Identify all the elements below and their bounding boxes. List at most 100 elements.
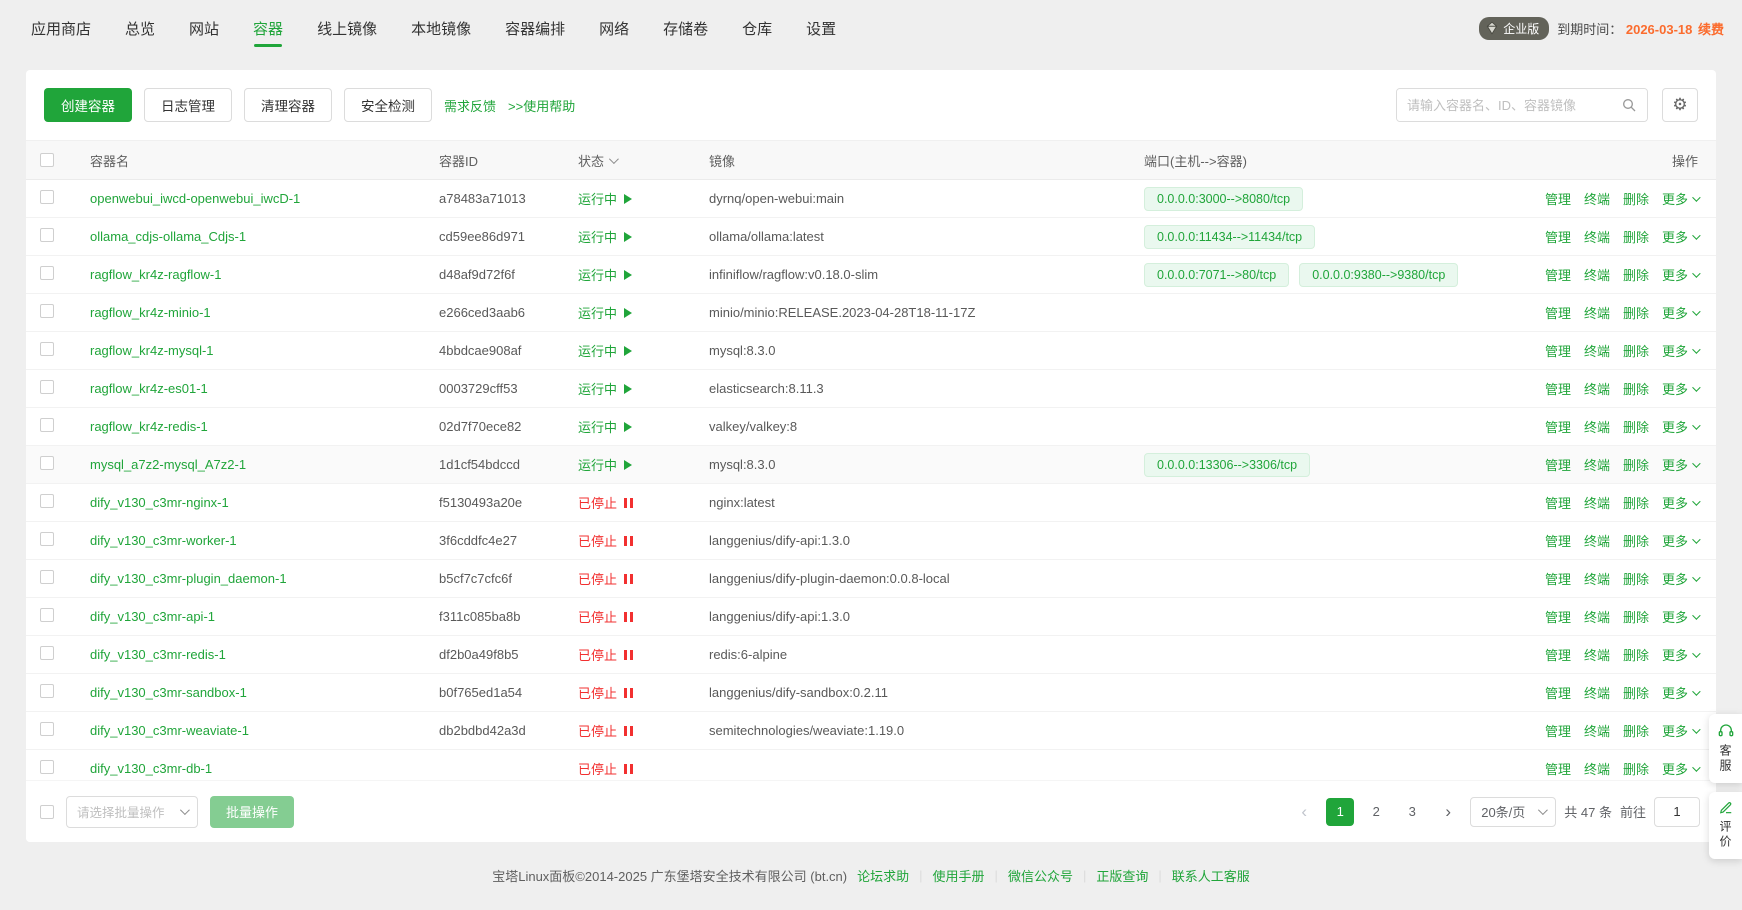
row-action-terminal[interactable]: 终端 [1584, 227, 1610, 246]
row-action-terminal[interactable]: 终端 [1584, 531, 1610, 550]
prev-page-arrow[interactable]: ‹ [1290, 798, 1318, 826]
container-name-link[interactable]: mysql_a7z2-mysql_A7z2-1 [90, 457, 246, 472]
footer-link-2[interactable]: 微信公众号 [1008, 866, 1073, 885]
container-name-link[interactable]: dify_v130_c3mr-sandbox-1 [90, 685, 247, 700]
container-name-link[interactable]: dify_v130_c3mr-api-1 [90, 609, 215, 624]
row-action-delete[interactable]: 删除 [1623, 379, 1649, 398]
nav-item-7[interactable]: 网络 [582, 0, 646, 56]
container-name-link[interactable]: ragflow_kr4z-minio-1 [90, 305, 211, 320]
row-action-more[interactable]: 更多 [1662, 607, 1698, 626]
batch-select-all-checkbox[interactable] [40, 805, 54, 819]
nav-item-1[interactable]: 总览 [108, 0, 172, 56]
row-action-manage[interactable]: 管理 [1545, 379, 1571, 398]
container-name-link[interactable]: ragflow_kr4z-mysql-1 [90, 343, 214, 358]
nav-item-6[interactable]: 容器编排 [488, 0, 582, 56]
row-action-more[interactable]: 更多 [1662, 227, 1698, 246]
row-action-delete[interactable]: 删除 [1623, 227, 1649, 246]
feedback-link[interactable]: 需求反馈 [444, 96, 496, 115]
row-action-manage[interactable]: 管理 [1545, 265, 1571, 284]
row-action-more[interactable]: 更多 [1662, 493, 1698, 512]
row-action-delete[interactable]: 删除 [1623, 569, 1649, 588]
goto-page-input[interactable] [1654, 797, 1700, 827]
status-filter[interactable]: 状态 [578, 151, 709, 170]
nav-item-8[interactable]: 存储卷 [646, 0, 725, 56]
row-action-more[interactable]: 更多 [1662, 759, 1698, 778]
container-name-link[interactable]: ragflow_kr4z-es01-1 [90, 381, 208, 396]
page-size-select[interactable]: 20条/页 [1470, 797, 1556, 827]
row-action-terminal[interactable]: 终端 [1584, 189, 1610, 208]
row-action-more[interactable]: 更多 [1662, 721, 1698, 740]
batch-operation-button[interactable]: 批量操作 [210, 796, 294, 828]
row-checkbox[interactable] [40, 570, 54, 584]
row-action-delete[interactable]: 删除 [1623, 455, 1649, 474]
row-action-delete[interactable]: 删除 [1623, 531, 1649, 550]
next-page-arrow[interactable]: › [1434, 798, 1462, 826]
create-container-button[interactable]: 创建容器 [44, 88, 132, 122]
row-action-manage[interactable]: 管理 [1545, 531, 1571, 550]
row-action-terminal[interactable]: 终端 [1584, 341, 1610, 360]
select-all-checkbox[interactable] [40, 153, 54, 167]
row-action-manage[interactable]: 管理 [1545, 721, 1571, 740]
row-action-delete[interactable]: 删除 [1623, 759, 1649, 778]
row-checkbox[interactable] [40, 380, 54, 394]
row-checkbox[interactable] [40, 418, 54, 432]
row-action-manage[interactable]: 管理 [1545, 493, 1571, 512]
row-action-terminal[interactable]: 终端 [1584, 455, 1610, 474]
container-name-link[interactable]: dify_v130_c3mr-weaviate-1 [90, 723, 249, 738]
row-checkbox[interactable] [40, 608, 54, 622]
nav-item-2[interactable]: 网站 [172, 0, 236, 56]
log-management-button[interactable]: 日志管理 [144, 88, 232, 122]
row-action-more[interactable]: 更多 [1662, 455, 1698, 474]
nav-item-4[interactable]: 线上镜像 [300, 0, 394, 56]
row-action-more[interactable]: 更多 [1662, 531, 1698, 550]
row-action-delete[interactable]: 删除 [1623, 721, 1649, 740]
row-action-manage[interactable]: 管理 [1545, 341, 1571, 360]
row-action-delete[interactable]: 删除 [1623, 189, 1649, 208]
row-action-more[interactable]: 更多 [1662, 569, 1698, 588]
row-action-more[interactable]: 更多 [1662, 189, 1698, 208]
row-action-delete[interactable]: 删除 [1623, 683, 1649, 702]
row-action-terminal[interactable]: 终端 [1584, 265, 1610, 284]
row-action-more[interactable]: 更多 [1662, 379, 1698, 398]
clean-containers-button[interactable]: 清理容器 [244, 88, 332, 122]
footer-link-0[interactable]: 论坛求助 [857, 866, 909, 885]
row-action-manage[interactable]: 管理 [1545, 683, 1571, 702]
row-action-terminal[interactable]: 终端 [1584, 417, 1610, 436]
page-number-3[interactable]: 3 [1398, 798, 1426, 826]
row-action-terminal[interactable]: 终端 [1584, 645, 1610, 664]
container-name-link[interactable]: ragflow_kr4z-ragflow-1 [90, 267, 222, 282]
batch-operation-select[interactable]: 请选择批量操作 [66, 796, 198, 828]
row-checkbox[interactable] [40, 228, 54, 242]
nav-item-5[interactable]: 本地镜像 [394, 0, 488, 56]
help-link[interactable]: >>使用帮助 [508, 96, 575, 115]
container-name-link[interactable]: dify_v130_c3mr-nginx-1 [90, 495, 229, 510]
container-name-link[interactable]: dify_v130_c3mr-plugin_daemon-1 [90, 571, 287, 586]
nav-item-10[interactable]: 设置 [789, 0, 853, 56]
row-action-delete[interactable]: 删除 [1623, 265, 1649, 284]
page-number-2[interactable]: 2 [1362, 798, 1390, 826]
footer-link-1[interactable]: 使用手册 [933, 866, 985, 885]
row-checkbox[interactable] [40, 532, 54, 546]
settings-button[interactable]: ⚙ [1662, 88, 1698, 122]
row-action-more[interactable]: 更多 [1662, 683, 1698, 702]
row-action-terminal[interactable]: 终端 [1584, 607, 1610, 626]
container-name-link[interactable]: ollama_cdjs-ollama_Cdjs-1 [90, 229, 246, 244]
review-widget[interactable]: 评价 [1709, 792, 1742, 859]
row-action-delete[interactable]: 删除 [1623, 607, 1649, 626]
footer-link-3[interactable]: 正版查询 [1096, 866, 1148, 885]
row-action-terminal[interactable]: 终端 [1584, 493, 1610, 512]
container-name-link[interactable]: dify_v130_c3mr-redis-1 [90, 647, 226, 662]
row-action-terminal[interactable]: 终端 [1584, 683, 1610, 702]
row-action-delete[interactable]: 删除 [1623, 303, 1649, 322]
row-checkbox[interactable] [40, 684, 54, 698]
row-action-delete[interactable]: 删除 [1623, 493, 1649, 512]
container-name-link[interactable]: dify_v130_c3mr-worker-1 [90, 533, 237, 548]
row-action-delete[interactable]: 删除 [1623, 417, 1649, 436]
row-action-more[interactable]: 更多 [1662, 303, 1698, 322]
row-checkbox[interactable] [40, 342, 54, 356]
row-checkbox[interactable] [40, 266, 54, 280]
row-action-manage[interactable]: 管理 [1545, 645, 1571, 664]
row-action-delete[interactable]: 删除 [1623, 341, 1649, 360]
nav-item-9[interactable]: 仓库 [725, 0, 789, 56]
row-checkbox[interactable] [40, 190, 54, 204]
